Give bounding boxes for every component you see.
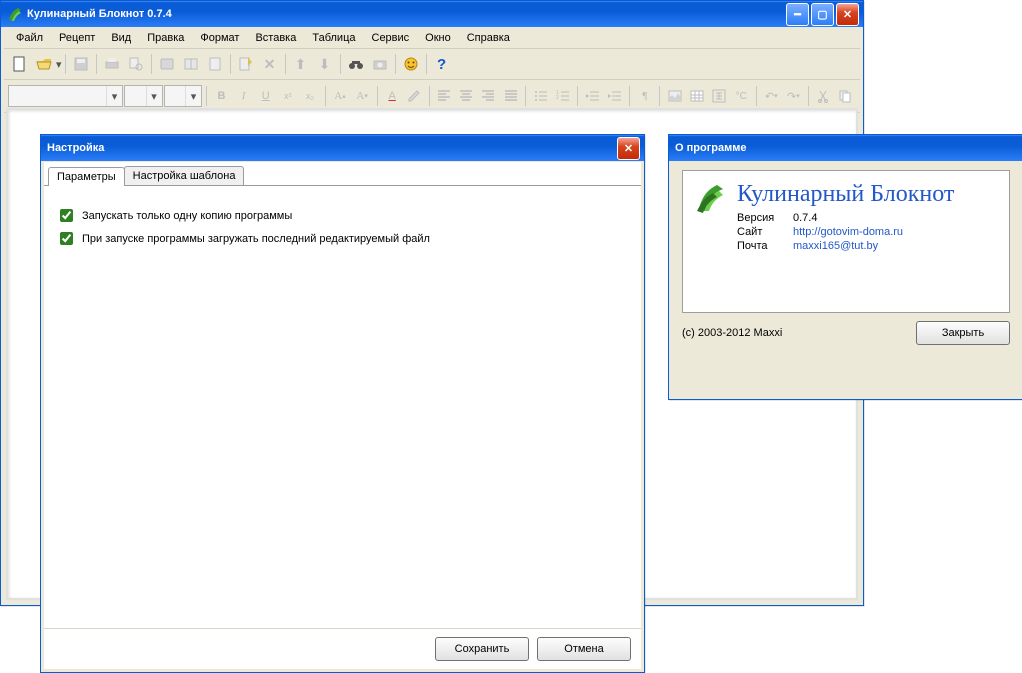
settings-title: Настройка <box>47 142 615 154</box>
main-title: Кулинарный Блокнот 0.7.4 <box>27 8 784 20</box>
arrow-up-icon[interactable]: ⬆ <box>289 52 313 76</box>
about-footer: (c) 2003-2012 Maxxi Закрыть <box>682 321 1010 345</box>
menu-window[interactable]: Окно <box>417 30 459 46</box>
italic-icon[interactable]: I <box>233 84 254 108</box>
font-family-combo[interactable]: ▾ <box>8 85 123 107</box>
menubar: Файл Рецепт Вид Правка Формат Вставка Та… <box>4 28 860 49</box>
settings-tabs: Параметры Настройка шаблона <box>44 162 641 186</box>
menu-table[interactable]: Таблица <box>304 30 363 46</box>
save-button[interactable]: Сохранить <box>435 637 529 661</box>
style-combo[interactable]: ▾ <box>164 85 203 107</box>
menu-insert[interactable]: Вставка <box>247 30 304 46</box>
arrow-down-icon[interactable]: ⬇ <box>313 52 337 76</box>
menu-format[interactable]: Формат <box>192 30 247 46</box>
menu-view[interactable]: Вид <box>103 30 139 46</box>
about-panel: Кулинарный Блокнот Версия 0.7.4 Сайт htt… <box>682 170 1010 313</box>
about-site-link[interactable]: http://gotovim-doma.ru <box>793 226 997 238</box>
open-book-icon[interactable] <box>179 52 203 76</box>
copy-icon[interactable] <box>835 84 856 108</box>
main-toolbar: ▾ ✕ ⬆ ⬇ ? <box>4 49 860 80</box>
help-icon[interactable]: ? <box>430 52 454 76</box>
about-version: 0.7.4 <box>793 212 997 224</box>
settings-titlebar[interactable]: Настройка ✕ <box>41 135 644 161</box>
close-button[interactable]: ✕ <box>836 3 859 26</box>
font-color-icon[interactable]: A <box>382 84 403 108</box>
about-title: О программе <box>675 142 1019 154</box>
about-version-label: Версия <box>737 212 793 224</box>
font-increase-icon[interactable]: A▴ <box>329 84 350 108</box>
save-icon[interactable] <box>69 52 93 76</box>
paragraph-icon[interactable]: ¶ <box>634 84 655 108</box>
tab-template[interactable]: Настройка шаблона <box>124 166 245 185</box>
option-single-instance-checkbox[interactable] <box>60 209 73 222</box>
print-icon[interactable] <box>100 52 124 76</box>
print-preview-icon[interactable] <box>124 52 148 76</box>
about-app-name: Кулинарный Блокнот <box>737 181 997 208</box>
edit-icon[interactable] <box>234 52 258 76</box>
about-mail-label: Почта <box>737 240 793 252</box>
delete-icon[interactable]: ✕ <box>258 52 282 76</box>
insert-image-icon[interactable] <box>664 84 685 108</box>
about-titlebar[interactable]: О программе <box>669 135 1022 161</box>
minimize-button[interactable]: ━ <box>786 3 809 26</box>
open-icon[interactable] <box>32 52 56 76</box>
menu-file[interactable]: Файл <box>8 30 51 46</box>
main-titlebar[interactable]: Кулинарный Блокнот 0.7.4 ━ ▢ ✕ <box>1 1 863 27</box>
align-center-icon[interactable] <box>456 84 477 108</box>
align-justify-icon[interactable] <box>500 84 521 108</box>
smiley-icon[interactable] <box>399 52 423 76</box>
binoculars-icon[interactable] <box>344 52 368 76</box>
superscript-icon[interactable]: x² <box>277 84 298 108</box>
font-decrease-icon[interactable]: A▾ <box>352 84 373 108</box>
about-close-button[interactable]: Закрыть <box>916 321 1010 345</box>
list-bullet-icon[interactable] <box>530 84 551 108</box>
maximize-button[interactable]: ▢ <box>811 3 834 26</box>
settings-dialog: Настройка ✕ Параметры Настройка шаблона … <box>40 134 645 673</box>
about-mail-link[interactable]: maxxi165@tut.by <box>793 240 997 252</box>
tab-page-parameters: Запускать только одну копию программы Пр… <box>44 186 641 628</box>
redo-icon[interactable]: ↷ ▾ <box>783 84 804 108</box>
app-leek-icon <box>7 6 23 22</box>
menu-help[interactable]: Справка <box>459 30 518 46</box>
app-leek-icon <box>695 181 727 213</box>
highlight-icon[interactable] <box>404 84 425 108</box>
cut-icon[interactable] <box>813 84 834 108</box>
tab-parameters[interactable]: Параметры <box>48 167 125 186</box>
option-single-instance[interactable]: Запускать только одну копию программы <box>56 206 629 225</box>
option-single-instance-label: Запускать только одну копию программы <box>82 210 292 222</box>
insert-table-icon[interactable] <box>686 84 707 108</box>
outdent-icon[interactable] <box>582 84 603 108</box>
about-copyright: (c) 2003-2012 Maxxi <box>682 327 782 339</box>
menu-service[interactable]: Сервис <box>364 30 418 46</box>
menu-recipe[interactable]: Рецепт <box>51 30 103 46</box>
about-dialog: О программе Кулинарный Блокнот Версия 0.… <box>668 134 1022 400</box>
settings-buttons: Сохранить Отмена <box>44 628 641 669</box>
page-icon[interactable] <box>203 52 227 76</box>
insert-symbol-icon[interactable] <box>709 84 730 108</box>
settings-close-button[interactable]: ✕ <box>617 137 640 160</box>
menu-edit[interactable]: Правка <box>139 30 192 46</box>
list-number-icon[interactable]: 12 <box>552 84 573 108</box>
svg-text:2: 2 <box>556 95 559 101</box>
book-icon[interactable] <box>155 52 179 76</box>
option-load-last-file[interactable]: При запуске программы загружать последни… <box>56 229 629 248</box>
font-size-combo[interactable]: ▾ <box>124 85 163 107</box>
new-icon[interactable] <box>8 52 32 76</box>
cancel-button[interactable]: Отмена <box>537 637 631 661</box>
option-load-last-file-label: При запуске программы загружать последни… <box>82 233 430 245</box>
underline-icon[interactable]: U <box>255 84 276 108</box>
align-right-icon[interactable] <box>478 84 499 108</box>
option-load-last-file-checkbox[interactable] <box>60 232 73 245</box>
undo-icon[interactable]: ↶ ▾ <box>761 84 782 108</box>
align-left-icon[interactable] <box>434 84 455 108</box>
about-site-label: Сайт <box>737 226 793 238</box>
subscript-icon[interactable]: x₂ <box>299 84 320 108</box>
camera-icon[interactable] <box>368 52 392 76</box>
indent-icon[interactable] <box>604 84 625 108</box>
temperature-icon[interactable]: °C <box>731 84 752 108</box>
bold-icon[interactable]: B <box>211 84 232 108</box>
